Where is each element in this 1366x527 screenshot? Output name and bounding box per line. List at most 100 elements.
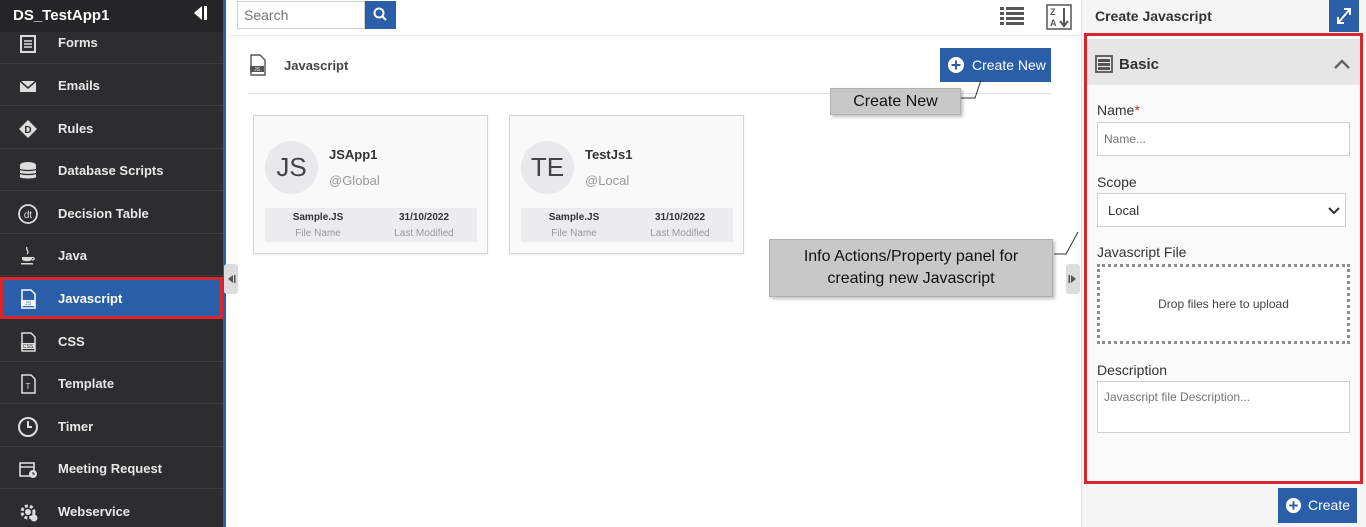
sidebar-item-label: Java: [58, 248, 87, 263]
css-file-icon: CSS: [17, 331, 39, 353]
svg-text:D: D: [24, 125, 31, 136]
callout-create-new: Create New: [830, 88, 961, 115]
sidebar-item-label: Javascript: [58, 291, 123, 306]
sidebar-item-label: Timer: [58, 419, 94, 434]
script-card[interactable]: TE TestJs1 @Local Sample.JS 31/10/2022 F…: [509, 115, 744, 254]
sidebar-item-label: Decision Table: [58, 206, 149, 221]
template-icon: T: [17, 373, 39, 395]
sidebar-item-label: CSS: [58, 334, 85, 349]
required-mark: *: [1134, 102, 1140, 118]
callout-info-panel: Info Actions/Property panel for creating…: [769, 239, 1053, 297]
search-button[interactable]: [365, 1, 396, 29]
file-label: Javascript File: [1097, 244, 1187, 260]
file-name-value: Sample.JS: [548, 212, 600, 223]
left-panel-toggle-handle[interactable]: [224, 264, 238, 294]
chevron-up-icon[interactable]: [1334, 57, 1350, 69]
scope-value: Local: [1108, 203, 1140, 218]
card-scope: @Local: [585, 173, 630, 188]
js-file-icon: JS: [17, 288, 39, 310]
sidebar-item-webservice[interactable]: Webservice: [0, 490, 223, 527]
card-name: JSApp1: [329, 147, 378, 162]
script-card[interactable]: JS JSApp1 @Global Sample.JS 31/10/2022 F…: [253, 115, 488, 254]
scope-select[interactable]: Local: [1097, 193, 1346, 227]
top-divider: [228, 35, 1080, 36]
database-icon: [17, 160, 39, 182]
sidebar-item-forms[interactable]: Forms: [0, 22, 223, 64]
sidebar-item-database-scripts[interactable]: Database Scripts: [0, 149, 223, 191]
sidebar-item-javascript[interactable]: JS Javascript: [0, 277, 223, 319]
clock-icon: [17, 416, 39, 438]
card-scope: @Global: [329, 173, 380, 188]
sidebar-item-label: Template: [58, 376, 115, 391]
avatar: TE: [521, 141, 574, 194]
expand-icon: [1337, 8, 1351, 24]
svg-text:A: A: [1050, 18, 1057, 28]
arrow-right-icon: [1068, 275, 1076, 283]
sidebar-item-decision-table[interactable]: dt Decision Table: [0, 192, 223, 234]
collapse-sidebar-icon[interactable]: [190, 4, 210, 22]
description-label: Description: [1097, 362, 1168, 378]
create-new-button[interactable]: Create New: [940, 48, 1051, 82]
decision-table-icon: dt: [17, 203, 39, 225]
chevron-down-icon: [1328, 207, 1340, 215]
section-title: Basic: [1119, 56, 1160, 73]
js-file-icon: JS: [248, 54, 268, 76]
sidebar-item-meeting-request[interactable]: Meeting Request: [0, 447, 223, 489]
create-label: Create: [1308, 497, 1351, 513]
callout-line-2: creating new Javascript: [827, 270, 995, 287]
callout-connector: [1054, 231, 1079, 255]
name-label-text: Name: [1097, 102, 1135, 118]
card-meta: Sample.JS 31/10/2022 File Name Last Modi…: [265, 208, 477, 242]
arrow-left-icon: [228, 275, 236, 283]
file-name-label: File Name: [295, 228, 341, 239]
right-panel-toggle-handle[interactable]: [1066, 264, 1080, 294]
card-meta: Sample.JS 31/10/2022 File Name Last Modi…: [521, 208, 733, 242]
sidebar-item-css[interactable]: CSS CSS: [0, 320, 223, 362]
svg-text:JS: JS: [254, 67, 261, 73]
sidebar-item-java[interactable]: Java: [0, 234, 223, 276]
mail-icon: [17, 75, 39, 97]
sidebar-item-label: Webservice: [58, 504, 131, 519]
sidebar-item-label: Rules: [58, 121, 94, 136]
expand-panel-button[interactable]: [1329, 0, 1359, 32]
description-input[interactable]: [1097, 381, 1350, 433]
sidebar-item-label: Meeting Request: [58, 461, 163, 476]
sidebar-item-label: Forms: [58, 35, 98, 50]
plus-circle-icon: [1285, 497, 1302, 514]
calendar-icon: [17, 458, 39, 480]
sidebar-item-timer[interactable]: Timer: [0, 405, 223, 447]
sidebar-item-label: Database Scripts: [58, 163, 164, 178]
svg-text:CSS: CSS: [23, 344, 34, 350]
page-title: Javascript: [284, 58, 349, 73]
svg-text:Z: Z: [1050, 7, 1056, 17]
search-input[interactable]: [237, 1, 365, 29]
create-button[interactable]: Create: [1278, 488, 1357, 523]
avatar: JS: [265, 141, 318, 194]
sidebar-item-rules[interactable]: D Rules: [0, 107, 223, 149]
last-modified-label: Last Modified: [650, 228, 710, 239]
create-new-label: Create New: [972, 57, 1046, 73]
search-icon: [373, 7, 387, 21]
svg-text:JS: JS: [25, 301, 32, 307]
file-name-label: File Name: [551, 228, 597, 239]
callout-line-1: Info Actions/Property panel for: [803, 248, 1019, 265]
name-label: Name*: [1097, 102, 1140, 118]
property-panel: Create Javascript Basic Name* Scope Loca…: [1081, 0, 1366, 527]
section-header-basic[interactable]: Basic: [1087, 39, 1360, 85]
svg-text:T: T: [26, 382, 31, 391]
sidebar-item-emails[interactable]: Emails: [0, 64, 223, 106]
list-view-icon[interactable]: [999, 5, 1025, 27]
sort-az-icon[interactable]: Z A: [1046, 4, 1072, 30]
sidebar-item-template[interactable]: T Template: [0, 362, 223, 404]
file-name-value: Sample.JS: [292, 212, 344, 223]
panel-title: Create Javascript: [1095, 8, 1212, 24]
file-dropzone[interactable]: Drop files here to upload: [1097, 264, 1350, 344]
last-modified-label: Last Modified: [394, 228, 454, 239]
last-modified-value: 31/10/2022: [654, 212, 706, 223]
webservice-gear-icon: [17, 501, 39, 523]
forms-icon: [17, 33, 39, 55]
svg-text:dt: dt: [24, 210, 33, 221]
rules-icon: D: [17, 118, 39, 140]
server-icon: [1095, 55, 1113, 73]
name-input[interactable]: [1097, 122, 1350, 156]
